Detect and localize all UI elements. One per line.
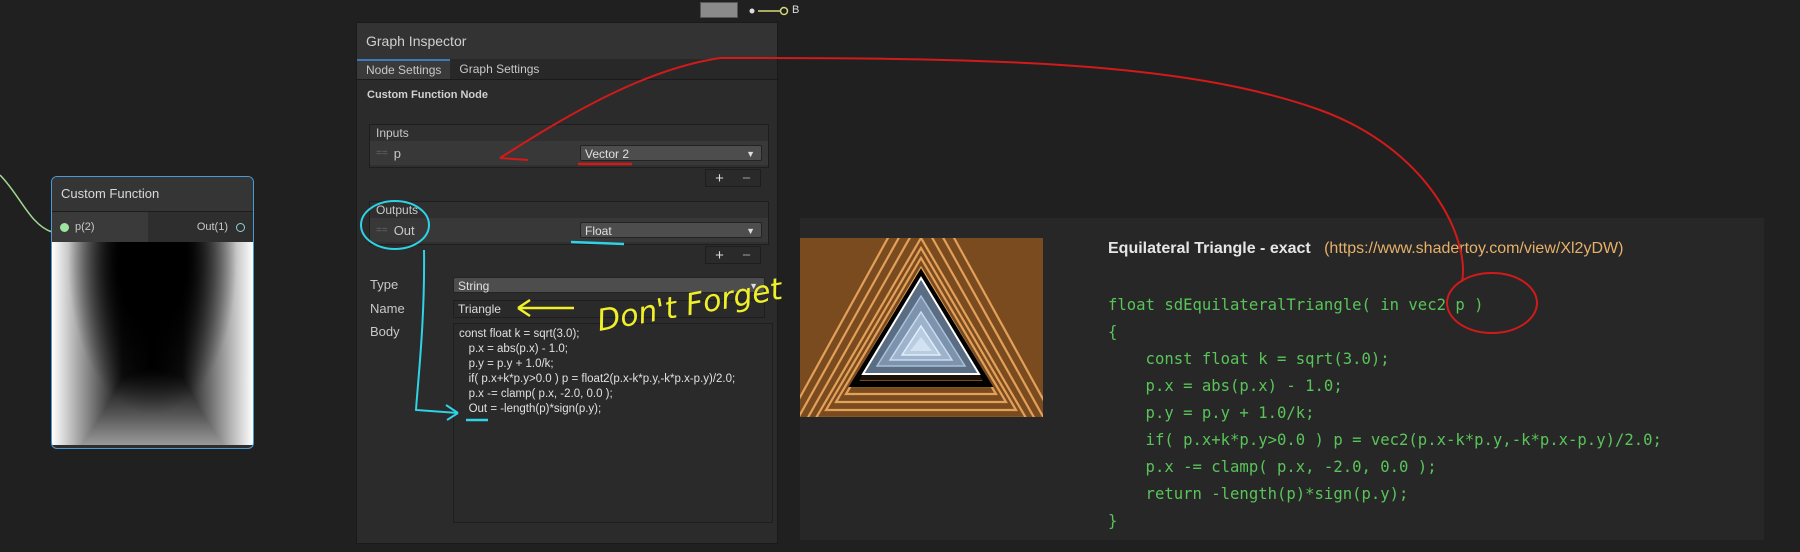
inspector-tabs: Node Settings Graph Settings xyxy=(357,59,777,80)
name-field[interactable]: Triangle xyxy=(453,300,765,318)
type-dropdown[interactable]: String ▼ xyxy=(453,277,765,293)
tab-node-settings[interactable]: Node Settings xyxy=(357,59,451,79)
chevron-down-icon: ▼ xyxy=(746,149,755,159)
section-title: Custom Function Node xyxy=(367,89,488,101)
input-type-value: Vector 2 xyxy=(585,147,630,161)
input-row-p[interactable]: == p Vector 2 ▼ xyxy=(370,141,768,165)
inspector-title: Graph Inspector xyxy=(357,23,777,59)
input-type-dropdown[interactable]: Vector 2 ▼ xyxy=(580,145,762,161)
chevron-down-icon: ▼ xyxy=(749,281,758,291)
type-value: String xyxy=(458,279,490,293)
input-port-p[interactable]: p(2) xyxy=(52,212,148,242)
input-name: p xyxy=(393,145,401,161)
node-preview xyxy=(52,242,253,445)
node-title: Custom Function xyxy=(52,177,253,212)
drag-handle-icon[interactable]: == xyxy=(376,148,388,159)
output-port-dot-icon[interactable] xyxy=(236,222,245,232)
type-label: Type xyxy=(370,277,399,292)
drag-handle-icon[interactable]: == xyxy=(376,225,388,236)
reference-url-link[interactable]: (https://www.shadertoy.com/view/Xl2yDW) xyxy=(1324,240,1623,257)
triangle-sdf-thumbnail xyxy=(800,238,1043,417)
top-node-label: B xyxy=(792,4,800,16)
outputs-group: Outputs == Out Float ▼ xyxy=(369,201,769,245)
body-textarea[interactable]: const float k = sqrt(3.0); p.x = abs(p.x… xyxy=(453,323,773,523)
reference-title-text: Equilateral Triangle - exact xyxy=(1108,240,1311,257)
inputs-add-remove: + − xyxy=(705,169,761,187)
remove-input-button[interactable]: − xyxy=(742,170,751,187)
custom-function-node[interactable]: Custom Function p(2) Out(1) xyxy=(51,176,254,449)
output-port-label: Out(1) xyxy=(196,221,228,233)
body-label: Body xyxy=(370,324,400,339)
inputs-group: Inputs == p Vector 2 ▼ xyxy=(369,124,769,168)
name-label: Name xyxy=(370,301,405,316)
input-port-dot-icon[interactable] xyxy=(60,222,69,232)
chevron-down-icon: ▼ xyxy=(746,226,755,236)
input-port-label: p(2) xyxy=(75,221,95,233)
port-wire-icon xyxy=(749,6,789,16)
output-type-value: Float xyxy=(585,224,612,238)
output-port-out[interactable]: Out(1) xyxy=(148,212,253,242)
reference-code: float sdEquilateralTriangle( in vec2 p )… xyxy=(1108,296,1662,530)
output-name: Out xyxy=(393,222,415,238)
tab-graph-settings[interactable]: Graph Settings xyxy=(450,59,548,79)
inputs-header: Inputs xyxy=(370,125,768,141)
output-row-out[interactable]: == Out Float ▼ xyxy=(370,218,768,242)
add-output-button[interactable]: + xyxy=(715,247,724,264)
output-type-dropdown[interactable]: Float ▼ xyxy=(580,222,762,238)
color-swatch[interactable] xyxy=(700,2,738,18)
add-input-button[interactable]: + xyxy=(715,170,724,187)
reference-title: Equilateral Triangle - exact (https://ww… xyxy=(1108,240,1623,258)
outputs-header: Outputs xyxy=(370,202,768,218)
graph-inspector: Graph Inspector Node Settings Graph Sett… xyxy=(356,22,778,544)
outputs-add-remove: + − xyxy=(705,246,761,264)
remove-output-button[interactable]: − xyxy=(742,247,751,264)
